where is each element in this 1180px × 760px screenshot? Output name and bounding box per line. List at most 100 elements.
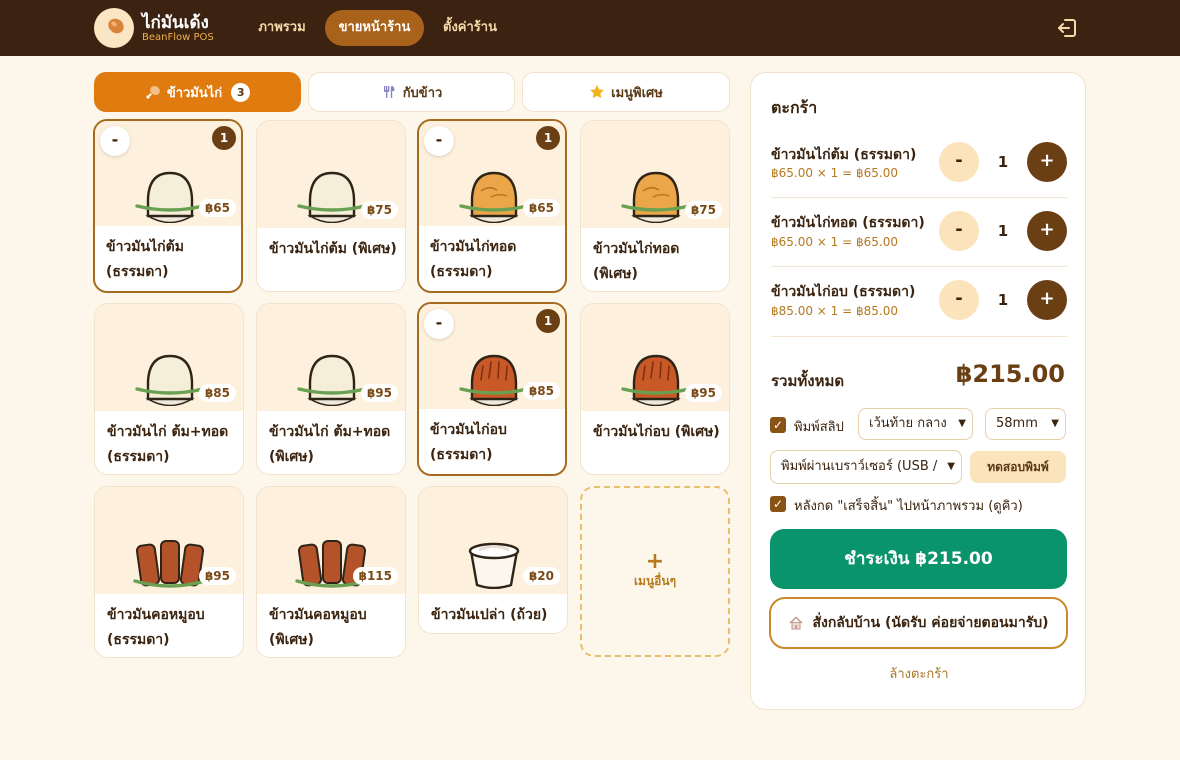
product-card-plain-rice-cup[interactable]: ฿20 ข้าวมันเปล่า (ถ้วย): [418, 486, 568, 634]
boiled-chicken-rice-icon: [135, 354, 205, 406]
product-card-boiled-chicken-rice-special[interactable]: ฿75 ข้าวมันไก่ต้ม (พิเศษ): [256, 120, 406, 292]
price-tag: ฿85: [522, 382, 560, 400]
decrease-qty-button[interactable]: -: [100, 126, 130, 156]
rice-cup-icon: [468, 542, 520, 589]
cart-item-decrease-button[interactable]: -: [939, 211, 979, 251]
goto-overview-checkbox[interactable]: ✓: [770, 496, 786, 512]
product-card-fried-chicken-rice-regular[interactable]: - 1 ฿65 ข้าวมันไก่ทอด (ธรรมดา): [417, 119, 567, 293]
test-print-button[interactable]: ทดสอบพิมพ์: [970, 451, 1066, 483]
cart-item-qty: 1: [997, 222, 1009, 240]
top-bar: ไก่มันเด้ง BeanFlow POS ภาพรวม ขายหน้าร้…: [0, 0, 1180, 56]
margin-select[interactable]: เว้นท้าย กลาง ▼: [858, 408, 973, 440]
cart-item-qty: 1: [997, 153, 1009, 171]
house-icon: [789, 616, 803, 630]
qty-badge: 1: [536, 309, 560, 333]
cart-item-qty: 1: [997, 291, 1009, 309]
price-tag: ฿20: [522, 567, 560, 585]
price-tag: ฿95: [684, 384, 722, 402]
goto-overview-label: หลังกด "เสร็จสิ้น" ไปหน้าภาพรวม (ดูคิว): [794, 499, 1023, 514]
total-amount: ฿215.00: [955, 360, 1065, 388]
product-card-pork-neck-regular[interactable]: ฿95 ข้าวมันคอหมูอบ (ธรรมดา): [94, 486, 244, 658]
cart-item-name: ข้าวมันไก่ทอด (ธรรมดา): [771, 215, 925, 231]
printer-select-value: พิมพ์ผ่านเบราว์เซอร์ (USB /: [781, 459, 938, 474]
cart-item-decrease-button[interactable]: -: [939, 280, 979, 320]
grilled-pork-neck-icon: [133, 540, 207, 588]
boiled-chicken-rice-icon: [135, 171, 205, 223]
cart-title: ตะกร้า: [771, 98, 818, 117]
product-card-boiled-fried-mix-regular[interactable]: ฿85 ข้าวมันไก่ ต้ม+ทอด (ธรรมดา): [94, 303, 244, 475]
takeaway-label: สั่งกลับบ้าน (นัดรับ ค่อยจ่ายตอนมารับ): [812, 615, 1049, 631]
clear-cart-button[interactable]: ล้างตะกร้า: [751, 663, 1087, 684]
roast-chicken-rice-icon: [621, 354, 691, 406]
add-other-menu-card[interactable]: + เมนูอื่นๆ: [580, 486, 730, 657]
chevron-down-icon: ▼: [958, 418, 966, 429]
roast-chicken-rice-icon: [459, 354, 529, 406]
product-card-roast-chicken-rice-regular[interactable]: - 1 ฿85 ข้าวมันไก่อบ (ธรรมดา): [417, 302, 567, 476]
cart-panel: ตะกร้า ข้าวมันไก่ต้ม (ธรรมดา) ฿65.00 × 1…: [750, 72, 1086, 710]
qty-badge: 1: [212, 126, 236, 150]
decrease-qty-button[interactable]: -: [424, 126, 454, 156]
takeaway-order-button[interactable]: สั่งกลับบ้าน (นัดรับ ค่อยจ่ายตอนมารับ): [769, 597, 1068, 649]
product-card-roast-chicken-rice-special[interactable]: ฿95 ข้าวมันไก่อบ (พิเศษ): [580, 303, 730, 475]
product-name: ข้าวมันไก่ทอด (ธรรมดา): [430, 239, 517, 280]
category-label: ข้าวมันไก่: [166, 85, 223, 101]
price-tag: ฿85: [198, 384, 236, 402]
decrease-qty-button[interactable]: -: [424, 309, 454, 339]
nav-tab-overview[interactable]: ภาพรวม: [244, 10, 320, 46]
nav-tab-shop-settings[interactable]: ตั้งค่าร้าน: [430, 10, 510, 46]
divider: [771, 266, 1067, 267]
category-tab-side-dishes[interactable]: กับข้าว: [308, 72, 515, 112]
cart-item-name: ข้าวมันไก่อบ (ธรรมดา): [771, 284, 916, 300]
price-tag: ฿65: [522, 199, 560, 217]
chevron-down-icon: ▼: [945, 451, 955, 483]
nav-tab-storefront-sales[interactable]: ขายหน้าร้าน: [325, 10, 424, 46]
cart-item-increase-button[interactable]: +: [1027, 280, 1067, 320]
boiled-chicken-rice-icon: [297, 171, 367, 223]
category-label: กับข้าว: [402, 85, 443, 101]
logout-icon[interactable]: [1056, 17, 1078, 39]
category-tab-chicken-rice[interactable]: ข้าวมันไก่ 3: [94, 72, 301, 112]
cart-item-increase-button[interactable]: +: [1027, 211, 1067, 251]
product-name: ข้าวมันคอหมูอบ (ธรรมดา): [107, 607, 205, 648]
product-name: ข้าวมันไก่ทอด (พิเศษ): [593, 241, 680, 282]
cart-item-detail: ฿65.00 × 1 = ฿65.00: [771, 235, 898, 249]
product-name: ข้าวมันไก่ ต้ม+ทอด (ธรรมดา): [107, 424, 229, 465]
product-name: ข้าวมันเปล่า (ถ้วย): [431, 607, 548, 623]
fried-chicken-rice-icon: [621, 171, 691, 223]
product-card-boiled-fried-mix-special[interactable]: ฿95 ข้าวมันไก่ ต้ม+ทอด (พิเศษ): [256, 303, 406, 475]
price-tag: ฿75: [684, 201, 722, 219]
other-menu-label: เมนูอื่นๆ: [633, 574, 677, 588]
divider: [771, 336, 1067, 337]
price-tag: ฿95: [360, 384, 398, 402]
drumstick-logo-icon: [103, 18, 124, 40]
product-name: ข้าวมันไก่อบ (พิเศษ): [593, 424, 720, 440]
price-tag: ฿65: [198, 199, 236, 217]
product-card-pork-neck-special[interactable]: ฿115 ข้าวมันคอหมูอบ (พิเศษ): [256, 486, 406, 658]
print-slip-label: พิมพ์สลิป: [794, 420, 844, 435]
product-name: ข้าวมันไก่ต้ม (ธรรมดา): [106, 239, 184, 280]
category-tab-special-menu[interactable]: เมนูพิเศษ: [522, 72, 730, 112]
price-tag: ฿75: [360, 201, 398, 219]
margin-select-value: เว้นท้าย กลาง: [869, 416, 947, 431]
printer-select[interactable]: พิมพ์ผ่านเบราว์เซอร์ (USB / ▼: [770, 450, 962, 484]
qty-badge: 1: [536, 126, 560, 150]
star-icon: [590, 85, 605, 99]
plus-icon: +: [645, 549, 665, 574]
cart-item-decrease-button[interactable]: -: [939, 142, 979, 182]
print-slip-checkbox[interactable]: ✓: [770, 417, 786, 433]
pay-button[interactable]: ชำระเงิน ฿215.00: [770, 529, 1067, 589]
product-card-boiled-chicken-rice-regular[interactable]: - 1 ฿65 ข้าวมันไก่ต้ม (ธรรมดา): [93, 119, 243, 293]
product-name: ข้าวมันไก่ ต้ม+ทอด (พิเศษ): [269, 424, 391, 465]
utensils-icon: [383, 86, 395, 98]
cart-item-detail: ฿65.00 × 1 = ฿65.00: [771, 166, 898, 180]
paper-size-value: 58mm: [996, 416, 1038, 431]
paper-size-select[interactable]: 58mm ▼: [985, 408, 1066, 440]
product-name: ข้าวมันไก่ต้ม (พิเศษ): [269, 241, 397, 257]
cart-item-increase-button[interactable]: +: [1027, 142, 1067, 182]
cart-item-detail: ฿85.00 × 1 = ฿85.00: [771, 304, 898, 318]
product-name: ข้าวมันไก่อบ (ธรรมดา): [430, 422, 507, 463]
product-card-fried-chicken-rice-special[interactable]: ฿75 ข้าวมันไก่ทอด (พิเศษ): [580, 120, 730, 292]
category-count-badge: 3: [231, 82, 251, 102]
cart-item-name: ข้าวมันไก่ต้ม (ธรรมดา): [771, 147, 917, 163]
boiled-chicken-rice-icon: [297, 354, 367, 406]
